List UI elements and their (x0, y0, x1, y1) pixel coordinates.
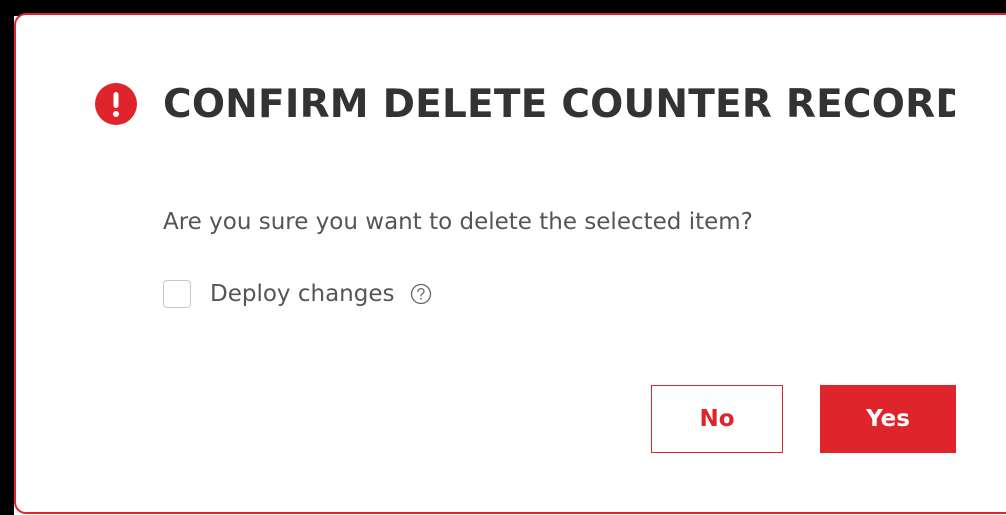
confirm-message: Are you sure you want to delete the sele… (163, 209, 753, 235)
question-circle-icon[interactable] (410, 283, 432, 305)
deploy-changes-label: Deploy changes (210, 281, 395, 307)
background-frame-left (0, 0, 14, 515)
no-button[interactable]: No (651, 385, 783, 453)
deploy-changes-row: Deploy changes (163, 279, 432, 309)
confirm-delete-dialog: CONFIRM DELETE COUNTER RECORD Are you su… (14, 13, 1006, 514)
deploy-changes-checkbox[interactable] (163, 280, 191, 308)
dialog-header: CONFIRM DELETE COUNTER RECORD (95, 81, 955, 127)
yes-button[interactable]: Yes (820, 385, 956, 453)
dialog-title: CONFIRM DELETE COUNTER RECORD (163, 81, 955, 127)
exclamation-circle-icon (95, 83, 137, 125)
